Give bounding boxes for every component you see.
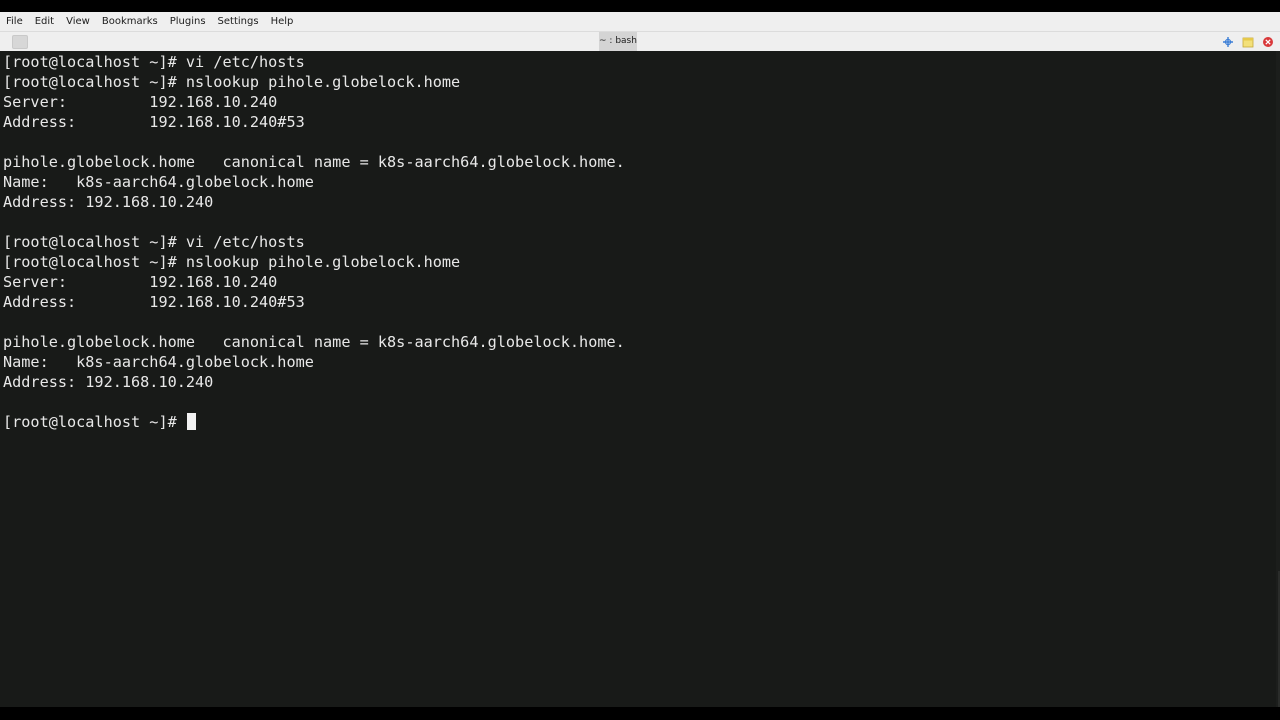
menubar: File Edit View Bookmarks Plugins Setting… bbox=[0, 12, 1280, 31]
menu-view[interactable]: View bbox=[60, 12, 96, 31]
menu-settings[interactable]: Settings bbox=[212, 12, 265, 31]
text-cursor bbox=[186, 413, 196, 430]
terminal-line: [root@localhost ~]# vi /etc/hosts bbox=[3, 233, 305, 251]
konsole-window: File Edit View Bookmarks Plugins Setting… bbox=[0, 0, 1280, 720]
menu-edit[interactable]: Edit bbox=[29, 12, 60, 31]
terminal-line: Name: k8s-aarch64.globelock.home bbox=[3, 353, 314, 371]
menu-bookmarks[interactable]: Bookmarks bbox=[96, 12, 164, 31]
close-tab-icon[interactable] bbox=[1262, 36, 1274, 48]
terminal-line: [root@localhost ~]# vi /etc/hosts bbox=[3, 53, 305, 71]
terminal-line: Address: 192.168.10.240#53 bbox=[3, 293, 305, 311]
terminal-line: Address: 192.168.10.240#53 bbox=[3, 113, 305, 131]
menu-plugins[interactable]: Plugins bbox=[164, 12, 212, 31]
tab-bash[interactable]: ~ : bash bbox=[599, 32, 637, 51]
terminal-line: pihole.globelock.home canonical name = k… bbox=[3, 333, 625, 351]
terminal-line: [root@localhost ~]# nslookup pihole.glob… bbox=[3, 253, 461, 271]
terminal-line: Server: 192.168.10.240 bbox=[3, 273, 278, 291]
prompt-line: [root@localhost ~]# bbox=[3, 412, 625, 432]
quick-commands-icon[interactable] bbox=[1222, 36, 1234, 48]
bottom-letterbox bbox=[0, 707, 1280, 720]
terminal-line: Name: k8s-aarch64.globelock.home bbox=[3, 173, 314, 191]
terminal-line: Address: 192.168.10.240 bbox=[3, 193, 214, 211]
top-letterbox bbox=[0, 0, 1280, 12]
notes-icon[interactable] bbox=[1242, 36, 1254, 48]
prompt-text: [root@localhost ~]# bbox=[3, 413, 186, 431]
menu-file[interactable]: File bbox=[0, 12, 29, 31]
terminal-line: Address: 192.168.10.240 bbox=[3, 373, 214, 391]
terminal-output: [root@localhost ~]# vi /etc/hosts [root@… bbox=[3, 52, 625, 432]
new-tab-icon[interactable] bbox=[12, 35, 28, 49]
terminal-line: Server: 192.168.10.240 bbox=[3, 93, 278, 111]
tab-bar-actions bbox=[1222, 35, 1274, 49]
terminal-view[interactable]: [root@localhost ~]# vi /etc/hosts [root@… bbox=[0, 51, 1280, 707]
terminal-line: pihole.globelock.home canonical name = k… bbox=[3, 153, 625, 171]
terminal-line: [root@localhost ~]# nslookup pihole.glob… bbox=[3, 73, 461, 91]
menu-help[interactable]: Help bbox=[265, 12, 300, 31]
tab-bar: ~ : bash bbox=[0, 31, 1280, 51]
